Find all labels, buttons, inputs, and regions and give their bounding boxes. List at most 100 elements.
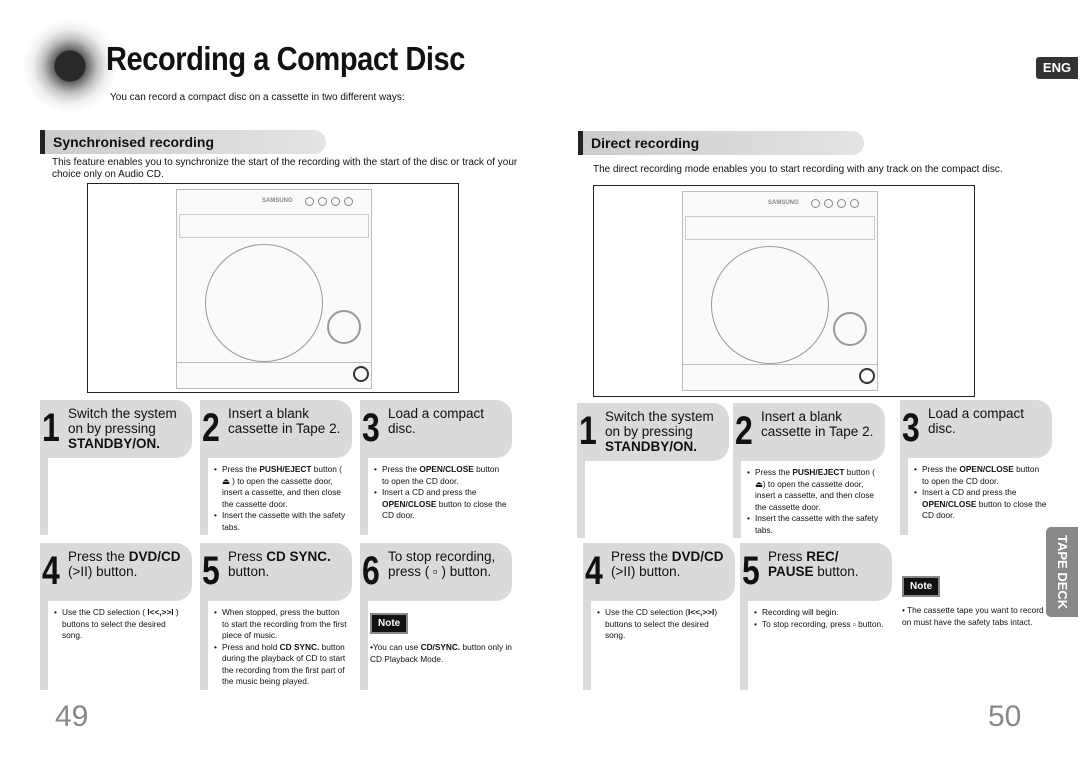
text: Press the	[922, 464, 960, 474]
bullet-item: Press the OPEN/CLOSE button to open the …	[374, 464, 508, 487]
device-button	[811, 199, 820, 208]
text: Press	[768, 549, 807, 564]
step-card: 1 Switch the system on by pressing STANDB…	[577, 403, 729, 538]
step-title: Insert a blank cassette in Tape 2.	[761, 409, 879, 439]
page-number: 50	[988, 700, 1022, 733]
text: Insert a CD and press the	[922, 487, 1017, 497]
bold-text: OPEN/CLOSE	[959, 464, 1014, 474]
bold-text: OPEN/CLOSE	[419, 464, 474, 474]
step-card: 5 Press REC/ PAUSE button. Recording will …	[740, 543, 892, 690]
text: (>II) button.	[68, 564, 138, 579]
bullet-item: To stop recording, press ▫ button.	[754, 619, 888, 631]
eject-button	[353, 366, 369, 382]
step-bullets: Press the PUSH/EJECT button ( ⏏) to open…	[733, 461, 885, 536]
cd-wheel	[711, 246, 829, 364]
text: When stopped, press the button to start …	[222, 607, 347, 640]
step-card: 2 Insert a blank cassette in Tape 2. Press…	[733, 403, 885, 538]
step-number: 1	[42, 406, 60, 450]
note-text: • The cassette tape you want to record o…	[902, 605, 1052, 628]
step-header: 2 Insert a blank cassette in Tape 2.	[200, 400, 352, 458]
eject-button	[859, 368, 875, 384]
step-number: 4	[42, 549, 60, 593]
bold-text: PUSH/EJECT	[792, 467, 845, 477]
step-title: Switch the system on by pressing STANDBY…	[68, 406, 186, 451]
step-number: 5	[202, 549, 220, 593]
step-header: 6 To stop recording, press ( ▫ ) button.	[360, 543, 512, 601]
note-label: Note	[902, 576, 941, 597]
bold-text: DVD/CD	[128, 549, 181, 564]
step-bullets: Press the PUSH/EJECT button ( ⏏ ) to ope…	[200, 458, 352, 533]
step-card: 1 Switch the system on by pressing STANDB…	[40, 400, 192, 535]
text: Load a compact disc.	[388, 406, 485, 436]
bullet-item: Press the PUSH/EJECT button ( ⏏ ) to ope…	[214, 464, 348, 510]
bullet-item: Press and hold CD SYNC. button during th…	[214, 641, 348, 688]
display-panel	[179, 214, 369, 238]
text: • The cassette tape you want to record o…	[902, 605, 1044, 627]
step-header: 2 Insert a blank cassette in Tape 2.	[733, 403, 885, 461]
page-subtitle: You can record a compact disc on a casse…	[110, 92, 405, 103]
step-header: 5 Press CD SYNC. button.	[200, 543, 352, 601]
bullet-item: Insert a CD and press the OPEN/CLOSE but…	[374, 487, 508, 522]
device-button	[318, 197, 327, 206]
tape-deck-tab: TAPE DECK	[1046, 527, 1078, 617]
bullet-item: Press the OPEN/CLOSE button to open the …	[914, 464, 1048, 487]
step-bullets: Press the OPEN/CLOSE button to open the …	[900, 458, 1052, 522]
text: Press	[228, 549, 267, 564]
step-card: 2 Insert a blank cassette in Tape 2. Press…	[200, 400, 352, 535]
step-header: 3 Load a compact disc.	[900, 400, 1052, 458]
step-bullets: Use the CD selection ( I<<,>>I ) buttons…	[40, 601, 192, 642]
step-title: Switch the system on by pressing STANDBY…	[605, 409, 723, 454]
step-card: 5 Press CD SYNC. button. When stopped, pre…	[200, 543, 352, 690]
bullet-item: When stopped, press the button to start …	[214, 607, 348, 642]
text: Press the	[68, 549, 129, 564]
device-button	[331, 197, 340, 206]
bold-text: PUSH/EJECT	[259, 464, 312, 474]
device-unit: SAMSUNG	[176, 189, 372, 389]
bold-text: CD/SYNC.	[420, 642, 461, 652]
step-card: 3 Load a compact disc. Press the OPEN/CLOS…	[900, 400, 1052, 535]
page-number: 49	[55, 700, 89, 733]
cd-wheel	[205, 244, 323, 362]
note-text: •You can use CD/SYNC. button only in CD …	[370, 642, 520, 665]
bold-text: CD SYNC.	[279, 641, 320, 652]
step-header: 1 Switch the system on by pressing STANDB…	[40, 400, 192, 458]
step-number: 3	[902, 406, 920, 450]
language-badge: ENG	[1036, 57, 1078, 79]
bullet-item: Use the CD selection (I<<,>>I) buttons t…	[597, 607, 731, 642]
step-number: 5	[742, 549, 760, 593]
bold-text: OPEN/CLOSE	[922, 498, 977, 509]
section-heading-sync: Synchronised recording	[40, 130, 326, 154]
step-number: 6	[362, 549, 380, 593]
text: To stop recording, press ( ▫ ) button.	[388, 549, 496, 579]
text: Insert the cassette with the safety tabs…	[222, 510, 346, 532]
step-bullets: Press the OPEN/CLOSE button to open the …	[360, 458, 512, 522]
bullet-item: Use the CD selection ( I<<,>>I ) buttons…	[54, 607, 188, 642]
note-label: Note	[370, 613, 409, 634]
text: •You can use	[370, 642, 421, 652]
text: button.	[228, 564, 270, 579]
text: Press the	[222, 464, 260, 474]
note-block: Note • The cassette tape you want to rec…	[902, 576, 1052, 628]
device-button	[305, 197, 314, 206]
device-button	[344, 197, 353, 206]
device-unit: SAMSUNG	[682, 191, 878, 391]
bold-text: STANDBY/ON.	[605, 439, 698, 454]
page-title: Recording a Compact Disc	[106, 40, 465, 77]
section-intro-sync: This feature enables you to synchronize …	[52, 157, 518, 180]
step-title: Load a compact disc.	[928, 406, 1046, 436]
display-panel	[685, 216, 875, 240]
bold-text: STANDBY/ON.	[68, 436, 161, 451]
note-block: Note •You can use CD/SYNC. button only i…	[370, 613, 520, 665]
step-title: Insert a blank cassette in Tape 2.	[228, 406, 346, 436]
text: Press the	[611, 549, 672, 564]
step-header: 1 Switch the system on by pressing STANDB…	[577, 403, 729, 461]
step-number: 2	[202, 406, 220, 450]
step-header: 3 Load a compact disc.	[360, 400, 512, 458]
device-illustration: SAMSUNG	[87, 183, 459, 393]
text: Insert a blank cassette in Tape 2.	[761, 409, 874, 439]
step-title: Press CD SYNC. button.	[228, 549, 346, 579]
section-heading-direct: Direct recording	[578, 131, 864, 155]
text: Insert a CD and press the	[382, 487, 477, 497]
step-card: 4 Press the DVD/CD (>II) button. Use the C…	[40, 543, 192, 690]
tape-strip	[683, 364, 877, 390]
